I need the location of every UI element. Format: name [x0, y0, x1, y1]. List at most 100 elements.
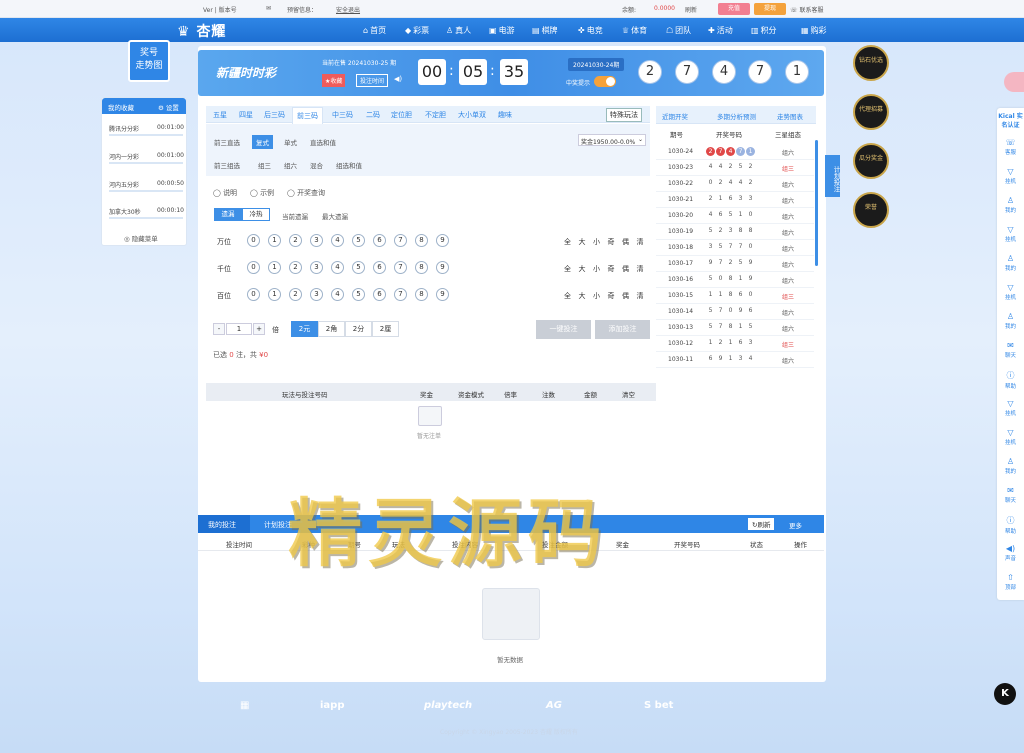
- quick-select-button[interactable]: 小: [593, 237, 600, 247]
- nav-buy[interactable]: ▦ 购彩: [801, 25, 827, 36]
- explain-option[interactable]: ◯ 说明: [213, 188, 237, 198]
- plan-bet-side-tab[interactable]: 计划投注: [825, 155, 840, 197]
- tab-recent-draws[interactable]: 近期开奖: [662, 111, 688, 121]
- tab-middle-three[interactable]: 中三码: [332, 110, 353, 120]
- digit-ball[interactable]: 3: [310, 234, 323, 247]
- quick-select-button[interactable]: 小: [593, 291, 600, 301]
- tab-not-position[interactable]: 不定胆: [425, 110, 446, 120]
- quick-select-button[interactable]: 奇: [608, 237, 615, 247]
- digit-ball[interactable]: 2: [289, 261, 302, 274]
- digit-ball[interactable]: 1: [268, 288, 281, 301]
- favorite-button[interactable]: ★收藏: [322, 74, 346, 87]
- digit-ball[interactable]: 6: [373, 234, 386, 247]
- tab-my-bets[interactable]: 我的投注: [208, 520, 236, 530]
- right-sidebar-item[interactable]: ⓘ 帮助: [997, 370, 1024, 390]
- recharge-button[interactable]: 充值: [718, 3, 750, 15]
- digit-ball[interactable]: 5: [352, 234, 365, 247]
- badge-bonus[interactable]: 瓜分奖金: [853, 143, 889, 179]
- right-sidebar-item[interactable]: ▽ 挂机: [997, 167, 1024, 185]
- tab-size-odd[interactable]: 大小单双: [458, 110, 486, 120]
- tab-five-star[interactable]: 五星: [213, 110, 227, 120]
- nav-lottery[interactable]: ◆ 彩票: [405, 25, 429, 36]
- quick-select-button[interactable]: 清: [637, 291, 644, 301]
- refresh-link[interactable]: 刷新: [685, 5, 697, 14]
- tab-analysis[interactable]: 多期分析预测: [717, 111, 756, 121]
- digit-ball[interactable]: 9: [436, 288, 449, 301]
- speaker-icon[interactable]: ◀): [394, 75, 402, 83]
- unit-fen[interactable]: 2分: [345, 321, 372, 337]
- history-scrollbar[interactable]: [815, 140, 818, 266]
- odds-select[interactable]: 奖金1950.00-0.0% ⌄: [578, 134, 646, 146]
- digit-ball[interactable]: 5: [352, 261, 365, 274]
- digit-ball[interactable]: 1: [268, 234, 281, 247]
- tab-first-three[interactable]: 前三码: [292, 107, 323, 124]
- subtab-group-three[interactable]: 组三: [258, 160, 271, 170]
- unit-yuan[interactable]: 2元: [291, 321, 318, 337]
- subtab-mixed[interactable]: 混合: [310, 160, 323, 170]
- quick-select-button[interactable]: 偶: [622, 237, 629, 247]
- digit-ball[interactable]: 0: [247, 234, 260, 247]
- digit-ball[interactable]: 7: [394, 261, 407, 274]
- nav-home[interactable]: ⌂ 首页: [363, 25, 386, 36]
- right-sidebar-item[interactable]: ♙ 我的: [997, 457, 1024, 475]
- nav-team[interactable]: ☖ 团队: [666, 25, 691, 36]
- withdraw-button[interactable]: 提现: [754, 3, 786, 15]
- fav-item-name[interactable]: 河内五分彩: [109, 180, 139, 189]
- digit-ball[interactable]: 3: [310, 288, 323, 301]
- quick-select-button[interactable]: 清: [637, 264, 644, 274]
- right-sidebar-item[interactable]: ⓘ 帮助: [997, 515, 1024, 535]
- digit-ball[interactable]: 3: [310, 261, 323, 274]
- contact-link[interactable]: ☏ 联系客服: [790, 5, 823, 14]
- digit-ball[interactable]: 4: [331, 261, 344, 274]
- quick-select-button[interactable]: 全: [564, 264, 571, 274]
- right-sidebar-item[interactable]: ▽ 挂机: [997, 283, 1024, 301]
- digit-ball[interactable]: 0: [247, 261, 260, 274]
- site-logo[interactable]: ♛ 杏耀: [177, 21, 226, 41]
- quick-select-button[interactable]: 偶: [622, 291, 629, 301]
- sound-toggle[interactable]: [594, 76, 616, 87]
- fav-item-name[interactable]: 加拿大30秒: [109, 207, 141, 216]
- subtab-group-sum[interactable]: 组选和值: [336, 160, 362, 170]
- badge-diamond[interactable]: 钻石优选: [853, 45, 889, 81]
- digit-ball[interactable]: 2: [289, 288, 302, 301]
- example-option[interactable]: ◯ 示例: [250, 188, 274, 198]
- right-sidebar-item[interactable]: ▽ 挂机: [997, 225, 1024, 243]
- digit-ball[interactable]: 8: [415, 234, 428, 247]
- nav-points[interactable]: ▥ 积分: [751, 25, 777, 36]
- quick-select-button[interactable]: 偶: [622, 264, 629, 274]
- k-logo-icon[interactable]: K: [994, 683, 1016, 705]
- tab-position[interactable]: 定位胆: [391, 110, 412, 120]
- draw-query-option[interactable]: ◯ 开奖查询: [287, 188, 325, 198]
- right-sidebar-item[interactable]: ☏ 客服: [997, 138, 1024, 156]
- badge-honor[interactable]: 荣誉: [853, 192, 889, 228]
- unit-li[interactable]: 2厘: [372, 321, 399, 337]
- fav-item-name[interactable]: 腾讯分分彩: [109, 124, 139, 133]
- trend-chart-button[interactable]: 奖号 走势图: [128, 40, 170, 82]
- tab-fun[interactable]: 趣味: [498, 110, 512, 120]
- pink-float-button[interactable]: [1004, 72, 1024, 92]
- right-sidebar-item[interactable]: ✉ 聊天: [997, 486, 1024, 504]
- quick-select-button[interactable]: 小: [593, 264, 600, 274]
- tab-last-three[interactable]: 后三码: [264, 110, 285, 120]
- right-sidebar-item[interactable]: ♙ 我的: [997, 254, 1024, 272]
- digit-ball[interactable]: 6: [373, 261, 386, 274]
- digit-ball[interactable]: 7: [394, 234, 407, 247]
- tab-trend-charts[interactable]: 走势图表: [777, 111, 803, 121]
- digit-ball[interactable]: 6: [373, 288, 386, 301]
- digit-ball[interactable]: 1: [268, 261, 281, 274]
- subtab-single[interactable]: 单式: [284, 137, 297, 147]
- digit-ball[interactable]: 0: [247, 288, 260, 301]
- clear-cart-button[interactable]: 清空: [622, 389, 635, 399]
- nav-live[interactable]: ♙ 真人: [446, 25, 471, 36]
- digit-ball[interactable]: 7: [394, 288, 407, 301]
- logout-link[interactable]: 安全退出: [336, 5, 360, 14]
- digit-ball[interactable]: 8: [415, 261, 428, 274]
- multiplier-plus[interactable]: +: [253, 323, 265, 335]
- subtab-direct-sum[interactable]: 直选和值: [310, 137, 336, 147]
- miss-mode-button[interactable]: 遗漏: [214, 208, 242, 221]
- multiplier-input[interactable]: 1: [226, 323, 252, 335]
- digit-ball[interactable]: 2: [289, 234, 302, 247]
- special-play-button[interactable]: 特殊玩法: [606, 108, 642, 122]
- badge-agent[interactable]: 代理招募: [853, 94, 889, 130]
- mail-icon[interactable]: ✉: [266, 5, 271, 12]
